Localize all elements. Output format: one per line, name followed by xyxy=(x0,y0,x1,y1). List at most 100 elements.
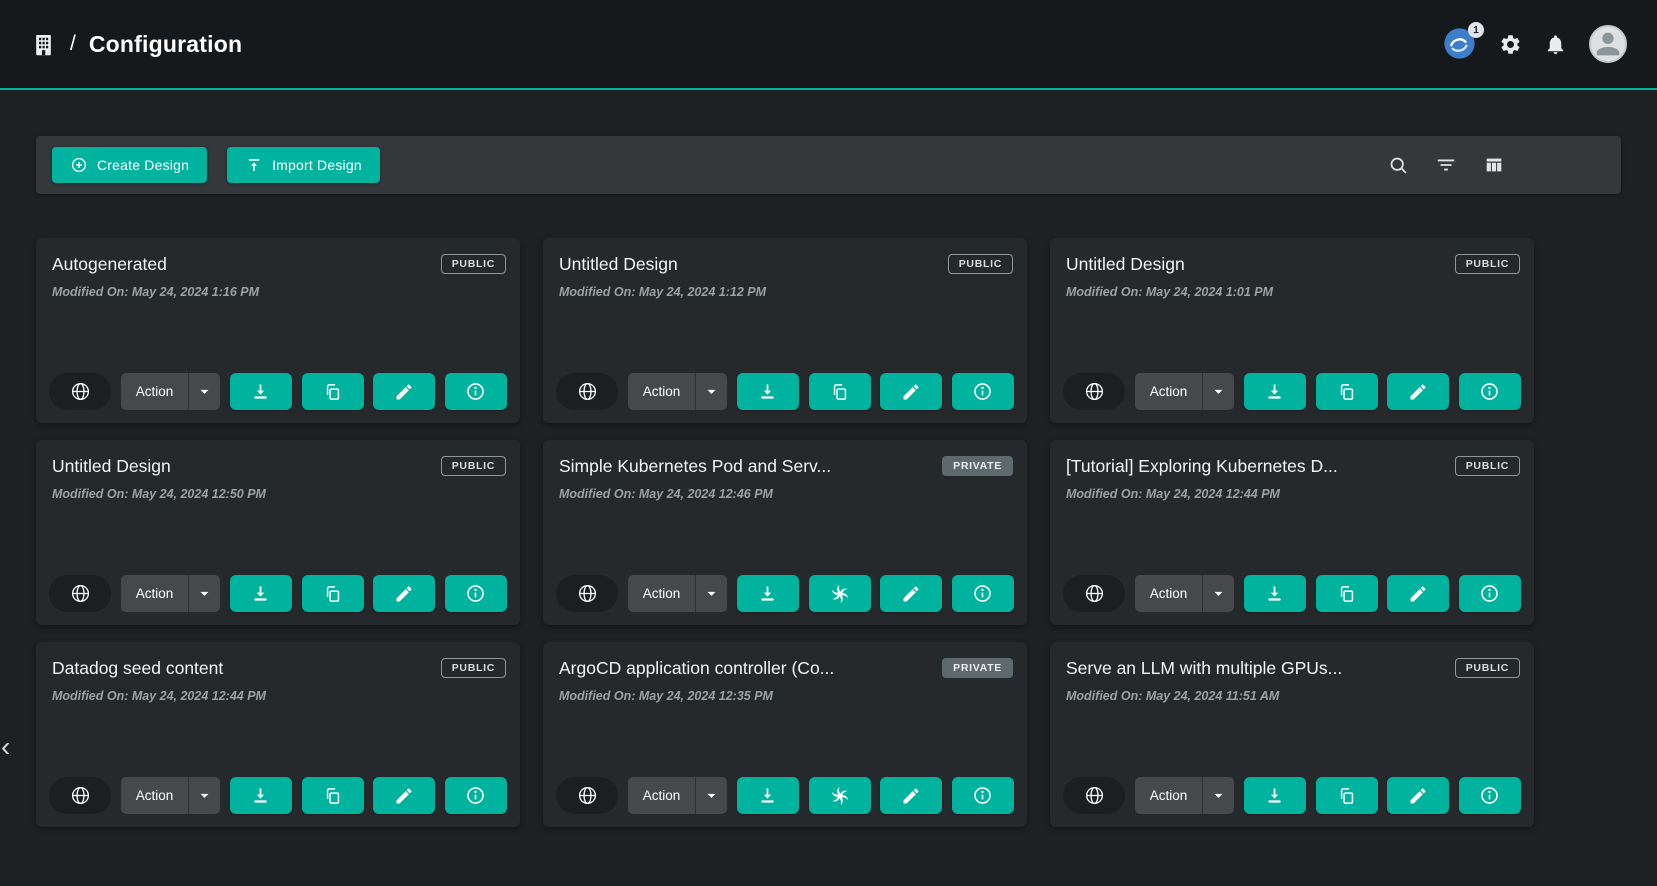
pencil-icon xyxy=(901,584,921,604)
create-design-button[interactable]: Create Design xyxy=(52,147,207,183)
copy-icon xyxy=(1337,584,1357,604)
download-icon xyxy=(1264,583,1285,604)
info-button[interactable] xyxy=(445,575,507,612)
modified-on-label: Modified On: May 24, 2024 1:01 PM xyxy=(1066,285,1518,299)
globe-icon xyxy=(1084,583,1105,604)
edit-button[interactable] xyxy=(1387,777,1449,814)
filter-button[interactable] xyxy=(1435,154,1457,176)
edit-button[interactable] xyxy=(880,575,942,612)
action-button-label: Action xyxy=(643,586,681,601)
globe-icon xyxy=(70,381,91,402)
visibility-globe-button[interactable] xyxy=(1063,575,1125,612)
visibility-globe-button[interactable] xyxy=(556,575,618,612)
chevron-down-icon xyxy=(1209,786,1228,805)
user-avatar[interactable] xyxy=(1589,25,1627,63)
edit-button[interactable] xyxy=(880,777,942,814)
action-button[interactable]: Action xyxy=(628,777,696,814)
clone-button[interactable] xyxy=(302,373,364,410)
info-button[interactable] xyxy=(952,777,1014,814)
action-dropdown-toggle[interactable] xyxy=(188,373,220,410)
visibility-globe-button[interactable] xyxy=(1063,373,1125,410)
pencil-icon xyxy=(394,584,414,604)
download-button[interactable] xyxy=(230,777,292,814)
edit-button[interactable] xyxy=(1387,373,1449,410)
download-button[interactable] xyxy=(1244,373,1306,410)
table-view-icon xyxy=(1483,154,1505,176)
design-grid: Autogenerated PUBLIC Modified On: May 24… xyxy=(36,238,1621,827)
info-button[interactable] xyxy=(445,777,507,814)
breadcrumb: / Configuration xyxy=(30,31,242,58)
info-button[interactable] xyxy=(445,373,507,410)
clone-button[interactable] xyxy=(809,777,871,814)
visibility-globe-button[interactable] xyxy=(49,777,111,814)
action-button[interactable]: Action xyxy=(628,575,696,612)
info-button[interactable] xyxy=(1459,777,1521,814)
edit-button[interactable] xyxy=(1387,575,1449,612)
sidebar-collapse-toggle[interactable]: ‹ xyxy=(1,733,10,761)
filter-list-icon xyxy=(1435,154,1457,176)
action-dropdown-toggle[interactable] xyxy=(695,373,727,410)
edit-button[interactable] xyxy=(373,777,435,814)
visibility-globe-button[interactable] xyxy=(556,777,618,814)
info-button[interactable] xyxy=(952,373,1014,410)
visibility-globe-button[interactable] xyxy=(49,575,111,612)
notifications-bell-button[interactable] xyxy=(1544,33,1567,56)
download-button[interactable] xyxy=(737,575,799,612)
clone-button[interactable] xyxy=(1316,373,1378,410)
action-dropdown-toggle[interactable] xyxy=(188,575,220,612)
clone-button[interactable] xyxy=(809,373,871,410)
action-dropdown-toggle[interactable] xyxy=(1202,777,1234,814)
clone-button[interactable] xyxy=(302,777,364,814)
info-button[interactable] xyxy=(1459,575,1521,612)
card-actions-row: Action xyxy=(49,777,507,814)
download-button[interactable] xyxy=(737,777,799,814)
clone-button[interactable] xyxy=(809,575,871,612)
action-dropdown-toggle[interactable] xyxy=(188,777,220,814)
clone-button[interactable] xyxy=(1316,777,1378,814)
designs-toolbar: Create Design Import Design xyxy=(36,136,1621,194)
card-title: Untitled Design xyxy=(52,456,422,477)
settings-gear-button[interactable] xyxy=(1499,33,1522,56)
card-title: Simple Kubernetes Pod and Serv... xyxy=(559,456,929,477)
action-button[interactable]: Action xyxy=(1135,777,1203,814)
action-button[interactable]: Action xyxy=(628,373,696,410)
clone-button[interactable] xyxy=(302,575,364,612)
download-button[interactable] xyxy=(1244,575,1306,612)
download-button[interactable] xyxy=(1244,777,1306,814)
action-button[interactable]: Action xyxy=(1135,575,1203,612)
action-button[interactable]: Action xyxy=(121,575,189,612)
building-icon[interactable] xyxy=(30,31,57,58)
globe-icon xyxy=(1084,381,1105,402)
clone-button[interactable] xyxy=(1316,575,1378,612)
action-dropdown-toggle[interactable] xyxy=(1202,575,1234,612)
download-button[interactable] xyxy=(737,373,799,410)
modified-on-label: Modified On: May 24, 2024 12:35 PM xyxy=(559,689,1011,703)
info-button[interactable] xyxy=(1459,373,1521,410)
search-button[interactable] xyxy=(1388,155,1409,176)
download-button[interactable] xyxy=(230,575,292,612)
action-button[interactable]: Action xyxy=(121,777,189,814)
edit-button[interactable] xyxy=(373,373,435,410)
visibility-globe-button[interactable] xyxy=(556,373,618,410)
navbar-right-actions: 1 xyxy=(1443,25,1627,63)
visibility-globe-button[interactable] xyxy=(49,373,111,410)
create-design-label: Create Design xyxy=(97,157,189,173)
edit-button[interactable] xyxy=(373,575,435,612)
action-button[interactable]: Action xyxy=(1135,373,1203,410)
action-dropdown-toggle[interactable] xyxy=(695,777,727,814)
action-dropdown-toggle[interactable] xyxy=(1202,373,1234,410)
action-button-label: Action xyxy=(1150,384,1188,399)
table-view-button[interactable] xyxy=(1483,154,1505,176)
modified-on-label: Modified On: May 24, 2024 12:44 PM xyxy=(52,689,504,703)
info-button[interactable] xyxy=(952,575,1014,612)
edit-button[interactable] xyxy=(880,373,942,410)
upload-icon xyxy=(245,156,263,174)
import-design-button[interactable]: Import Design xyxy=(227,147,380,183)
action-button[interactable]: Action xyxy=(121,373,189,410)
globe-icon xyxy=(70,785,91,806)
pencil-icon xyxy=(394,382,414,402)
visibility-globe-button[interactable] xyxy=(1063,777,1125,814)
action-dropdown-toggle[interactable] xyxy=(695,575,727,612)
download-button[interactable] xyxy=(230,373,292,410)
cloud-provider-button[interactable]: 1 xyxy=(1443,27,1477,61)
